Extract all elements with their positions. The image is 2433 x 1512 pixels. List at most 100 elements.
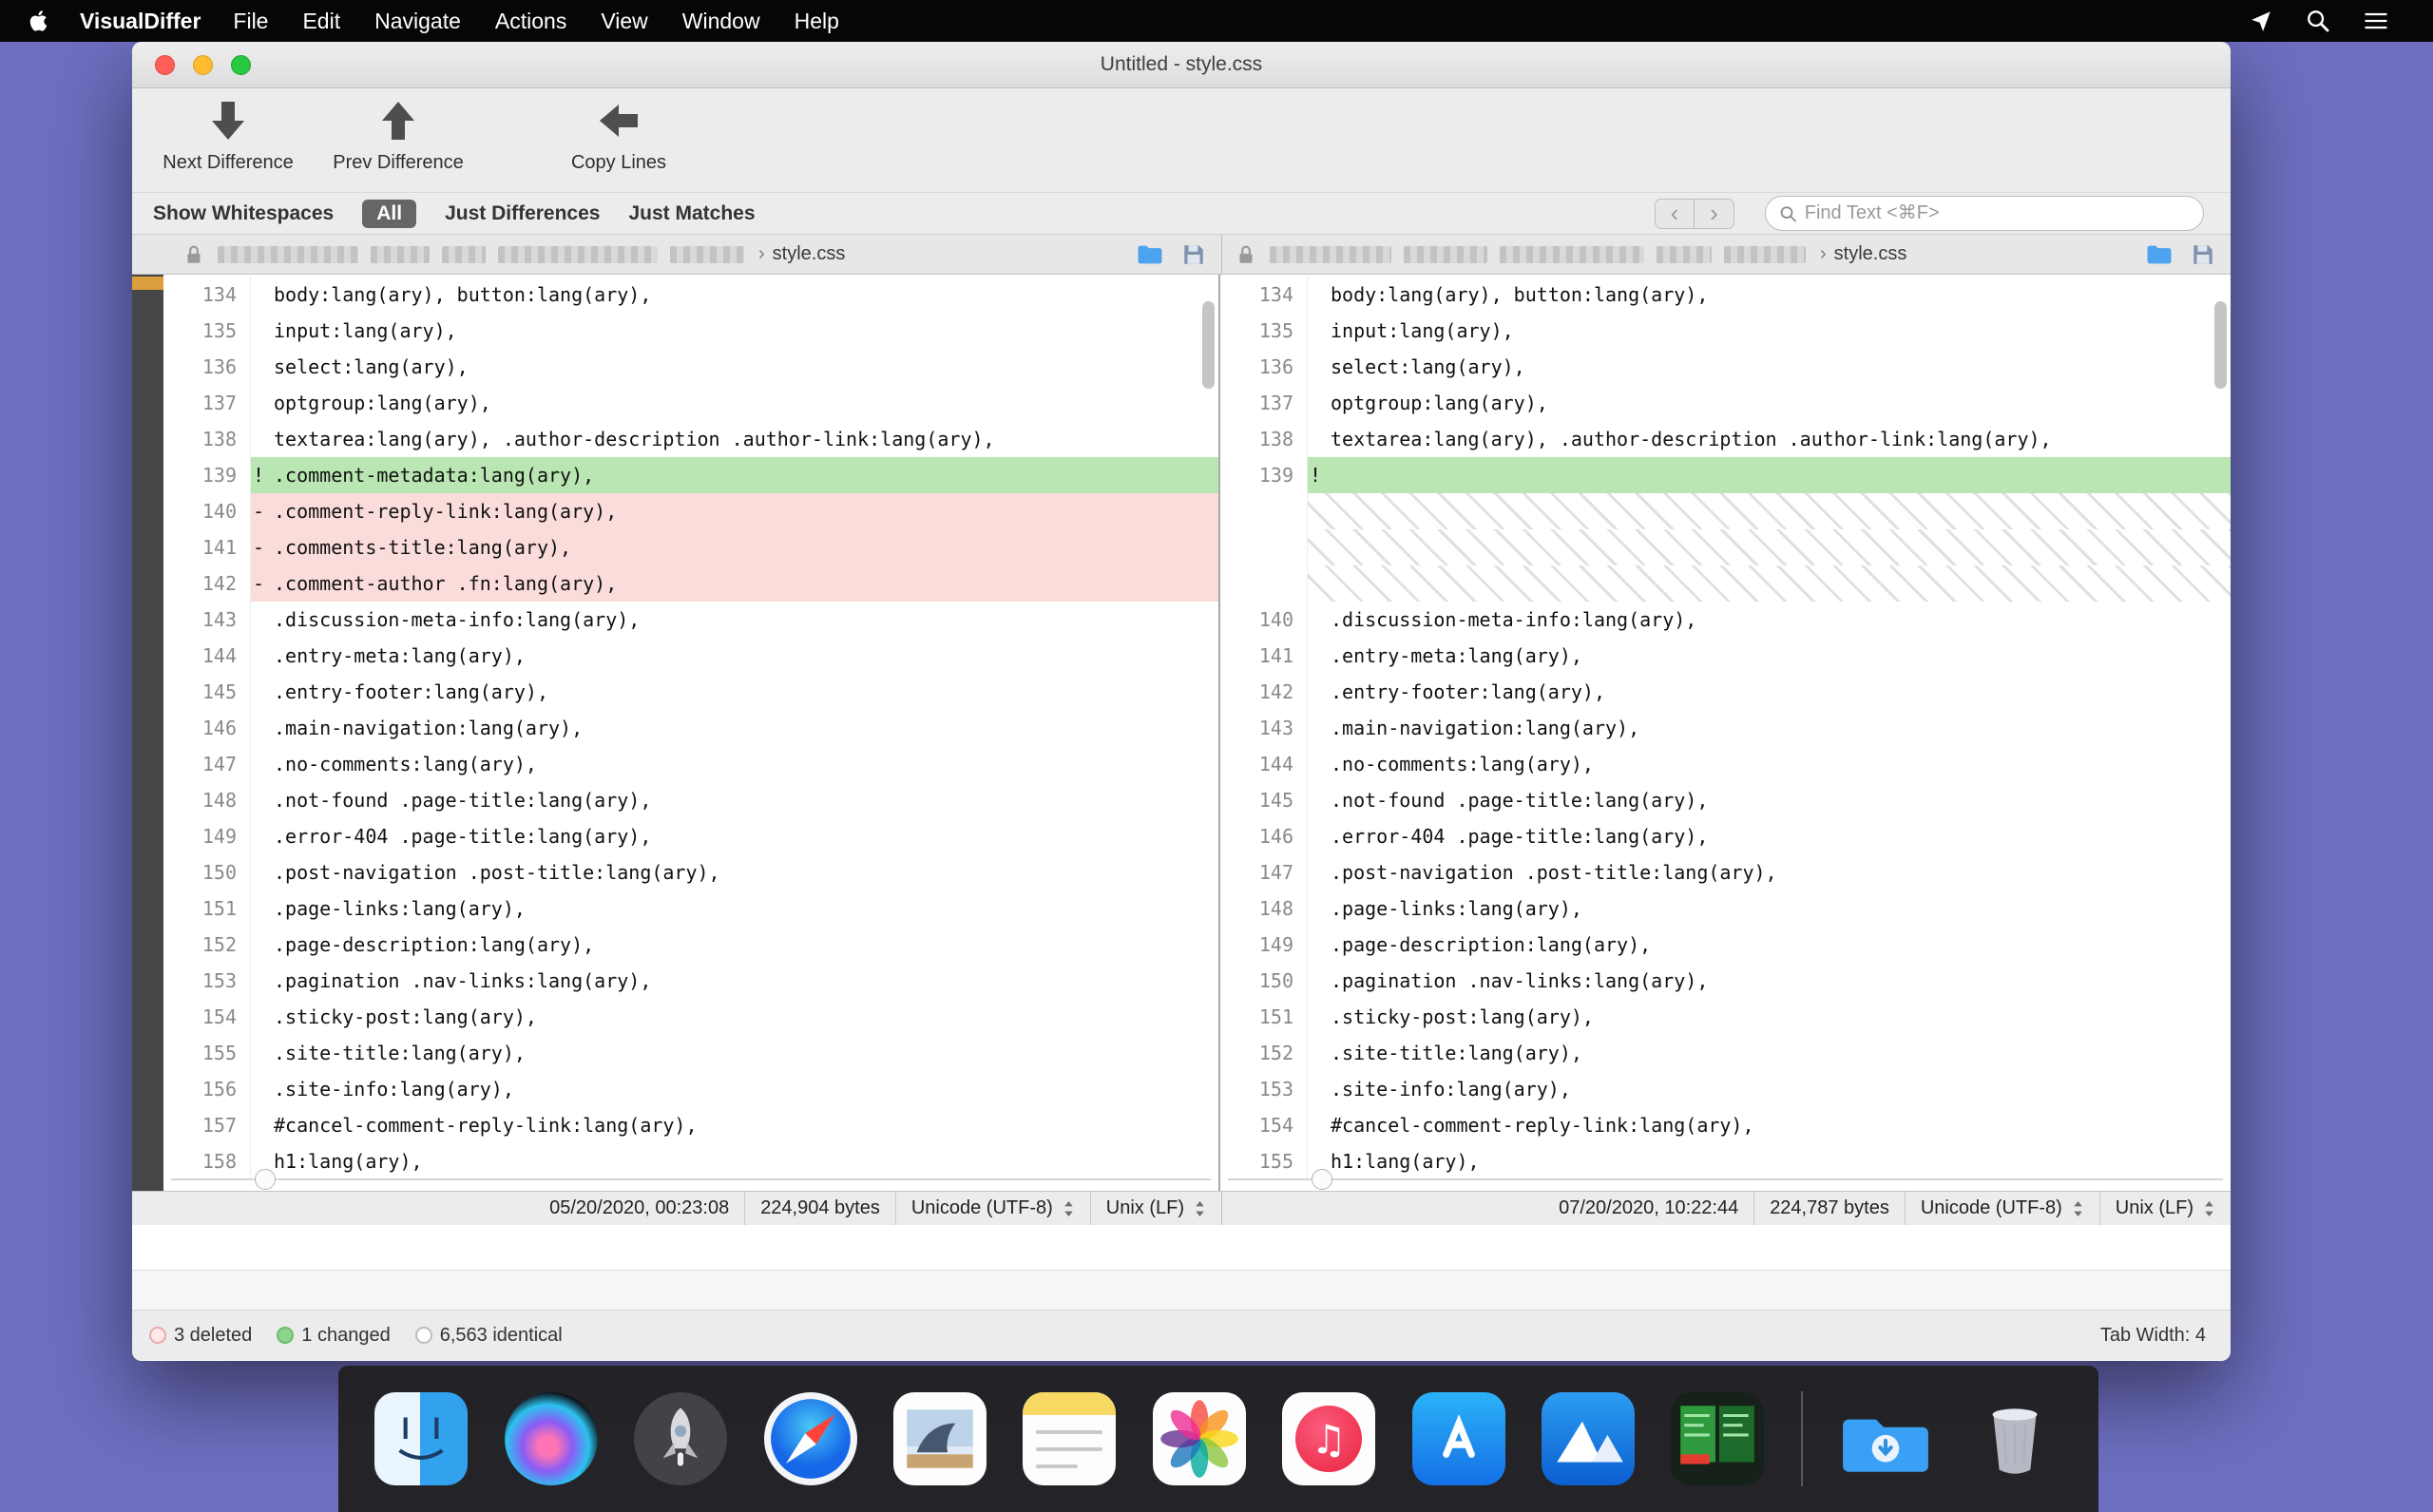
code-line[interactable]: 149.page-description:lang(ary), [1220, 927, 2231, 963]
music-icon[interactable]: ♫ [1282, 1392, 1375, 1485]
menu-item-edit[interactable]: Edit [285, 0, 357, 42]
code-line[interactable]: 143.main-navigation:lang(ary), [1220, 710, 2231, 746]
find-next-button[interactable]: › [1695, 199, 1734, 229]
siri-icon[interactable] [505, 1392, 598, 1485]
title-bar[interactable]: Untitled - style.css [132, 42, 2231, 88]
code-line[interactable]: 136select:lang(ary), [1220, 349, 2231, 385]
menu-item-actions[interactable]: Actions [478, 0, 584, 42]
app-menu-title[interactable]: VisualDiffer [65, 0, 216, 42]
show-whitespaces-toggle[interactable]: Show Whitespaces [153, 202, 334, 225]
left-horizontal-scroll-track[interactable] [171, 1178, 1211, 1180]
code-line[interactable]: 156.site-info:lang(ary), [163, 1071, 1218, 1107]
code-line[interactable]: 135input:lang(ary), [163, 313, 1218, 349]
list-icon[interactable] [2363, 10, 2389, 32]
code-line[interactable]: 153.pagination .nav-links:lang(ary), [163, 963, 1218, 999]
close-button[interactable] [155, 55, 175, 75]
code-line[interactable]: 134body:lang(ary), button:lang(ary), [1220, 277, 2231, 313]
code-line[interactable]: 141.entry-meta:lang(ary), [1220, 638, 2231, 674]
diff-overview-map[interactable] [132, 275, 163, 1191]
code-line[interactable]: 148.page-links:lang(ary), [1220, 890, 2231, 927]
code-line[interactable]: 142-.comment-author .fn:lang(ary), [163, 565, 1218, 602]
segment-just-matches[interactable]: Just Matches [628, 202, 755, 225]
code-line[interactable]: 155h1:lang(ary), [1220, 1143, 2231, 1179]
diff-gap-row[interactable] [1220, 493, 2231, 529]
right-path-bar[interactable]: › style.css [1222, 235, 2231, 274]
code-line[interactable]: 144.no-comments:lang(ary), [1220, 746, 2231, 782]
left-path-bar[interactable]: › style.css [132, 235, 1222, 274]
left-horizontal-scroll-knob[interactable] [255, 1169, 276, 1190]
code-line[interactable]: 154.sticky-post:lang(ary), [163, 999, 1218, 1035]
code-line[interactable]: 150.pagination .nav-links:lang(ary), [1220, 963, 2231, 999]
code-line[interactable]: 147.post-navigation .post-title:lang(ary… [1220, 854, 2231, 890]
code-line[interactable]: 139! [1220, 457, 2231, 493]
code-line[interactable]: 138textarea:lang(ary), .author-descripti… [1220, 421, 2231, 457]
diff-gap-row[interactable] [1220, 529, 2231, 565]
code-line[interactable]: 151.page-links:lang(ary), [163, 890, 1218, 927]
code-line[interactable]: 138textarea:lang(ary), .author-descripti… [163, 421, 1218, 457]
menu-item-view[interactable]: View [584, 0, 664, 42]
launchpad-icon[interactable] [634, 1392, 727, 1485]
code-line[interactable]: 150.post-navigation .post-title:lang(ary… [163, 854, 1218, 890]
save-button[interactable] [1181, 242, 1206, 267]
code-line[interactable]: 147.no-comments:lang(ary), [163, 746, 1218, 782]
code-line[interactable]: 136select:lang(ary), [163, 349, 1218, 385]
find-previous-button[interactable]: ‹ [1655, 199, 1695, 229]
diff-gap-row[interactable] [1220, 565, 2231, 602]
code-line[interactable]: 139!.comment-metadata:lang(ary), [163, 457, 1218, 493]
code-line[interactable]: 146.main-navigation:lang(ary), [163, 710, 1218, 746]
menu-item-navigate[interactable]: Navigate [357, 0, 478, 42]
left-line-ending-dropdown[interactable]: Unix (LF) [1090, 1192, 1221, 1225]
code-line[interactable]: 145.not-found .page-title:lang(ary), [1220, 782, 2231, 818]
app-store-icon[interactable] [1412, 1392, 1505, 1485]
safari-icon[interactable] [764, 1392, 857, 1485]
trash-icon[interactable] [1968, 1392, 2061, 1485]
code-line[interactable]: 151.sticky-post:lang(ary), [1220, 999, 2231, 1035]
mail-icon[interactable] [893, 1392, 987, 1485]
downloads-folder-icon[interactable] [1839, 1392, 1932, 1485]
search-icon[interactable] [2306, 9, 2330, 33]
zoom-button[interactable] [231, 55, 251, 75]
code-line[interactable]: 134body:lang(ary), button:lang(ary), [163, 277, 1218, 313]
left-vertical-scrollbar[interactable] [1202, 301, 1215, 389]
code-line[interactable]: 148.not-found .page-title:lang(ary), [163, 782, 1218, 818]
code-line[interactable]: 158h1:lang(ary), [163, 1143, 1218, 1179]
right-vertical-scrollbar[interactable] [2214, 301, 2227, 389]
code-line[interactable]: 152.page-description:lang(ary), [163, 927, 1218, 963]
code-line[interactable]: 145.entry-footer:lang(ary), [163, 674, 1218, 710]
mountains-app-icon[interactable] [1542, 1392, 1635, 1485]
menu-item-window[interactable]: Window [665, 0, 777, 42]
find-text-input[interactable] [1805, 202, 2190, 224]
code-line[interactable]: 137optgroup:lang(ary), [163, 385, 1218, 421]
apple-menu[interactable] [0, 0, 65, 42]
code-line[interactable]: 140.discussion-meta-info:lang(ary), [1220, 602, 2231, 638]
visualdiffer-icon[interactable] [1671, 1392, 1764, 1485]
right-line-ending-dropdown[interactable]: Unix (LF) [2099, 1192, 2231, 1225]
code-line[interactable]: 155.site-title:lang(ary), [163, 1035, 1218, 1071]
code-line[interactable]: 135input:lang(ary), [1220, 313, 2231, 349]
notes-icon[interactable] [1023, 1392, 1116, 1485]
cursor-icon[interactable] [2249, 9, 2273, 33]
right-horizontal-scroll-knob[interactable] [1312, 1169, 1332, 1190]
copy-lines-button[interactable]: Copy Lines [543, 98, 695, 174]
save-button[interactable] [2191, 242, 2215, 267]
reveal-folder-button[interactable] [1136, 242, 1164, 267]
code-line[interactable]: 154#cancel-comment-reply-link:lang(ary), [1220, 1107, 2231, 1143]
right-code-pane[interactable]: 134body:lang(ary), button:lang(ary),135i… [1220, 275, 2231, 1191]
left-code-pane[interactable]: 134body:lang(ary), button:lang(ary),135i… [163, 275, 1220, 1191]
right-encoding-dropdown[interactable]: Unicode (UTF-8) [1905, 1192, 2099, 1225]
code-line[interactable]: 146.error-404 .page-title:lang(ary), [1220, 818, 2231, 854]
code-line[interactable]: 157#cancel-comment-reply-link:lang(ary), [163, 1107, 1218, 1143]
code-line[interactable]: 153.site-info:lang(ary), [1220, 1071, 2231, 1107]
code-line[interactable]: 149.error-404 .page-title:lang(ary), [163, 818, 1218, 854]
code-line[interactable]: 144.entry-meta:lang(ary), [163, 638, 1218, 674]
code-line[interactable]: 141-.comments-title:lang(ary), [163, 529, 1218, 565]
next-difference-button[interactable]: Next Difference [147, 98, 309, 174]
minimize-button[interactable] [193, 55, 213, 75]
code-line[interactable]: 140-.comment-reply-link:lang(ary), [163, 493, 1218, 529]
left-encoding-dropdown[interactable]: Unicode (UTF-8) [895, 1192, 1090, 1225]
menu-item-help[interactable]: Help [777, 0, 856, 42]
code-line[interactable]: 142.entry-footer:lang(ary), [1220, 674, 2231, 710]
photos-icon[interactable] [1153, 1392, 1246, 1485]
code-line[interactable]: 137optgroup:lang(ary), [1220, 385, 2231, 421]
prev-difference-button[interactable]: Prev Difference [318, 98, 478, 174]
